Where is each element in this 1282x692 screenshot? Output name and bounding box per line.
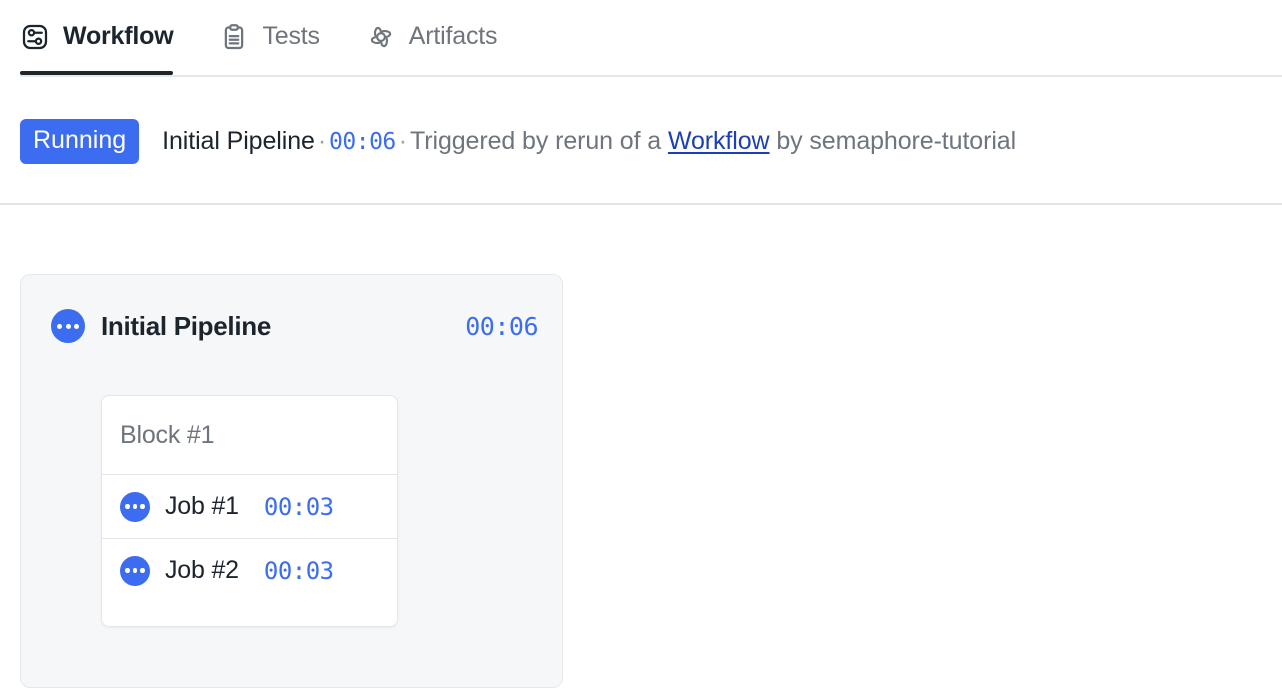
status-separator-1: ·: [317, 126, 327, 155]
status-trigger-prefix: Triggered by rerun of a: [410, 126, 668, 155]
tab-artifacts-label: Artifacts: [408, 22, 498, 50]
running-ellipsis-icon: [51, 309, 85, 343]
pipeline-name: Initial Pipeline: [101, 310, 272, 341]
job-duration: 00:03: [263, 492, 334, 521]
pipeline-header: Initial Pipeline 00:06: [51, 308, 538, 344]
block-title: Block #1: [120, 420, 215, 449]
workflow-icon: [20, 22, 50, 52]
block-card-footer: [102, 602, 397, 626]
job-name: Job #1: [165, 492, 239, 520]
job-row[interactable]: Job #1 00:03: [102, 474, 397, 538]
pipeline-duration: 00:06: [465, 311, 538, 341]
job-duration: 00:03: [263, 556, 334, 585]
status-badge: Running: [20, 118, 140, 164]
block-card[interactable]: Block #1 Job #1 00:03 Job #2 00:03: [101, 395, 398, 627]
running-ellipsis-icon: [120, 555, 150, 586]
tab-active-indicator: [20, 71, 174, 75]
status-pipeline-name: Initial Pipeline: [162, 126, 315, 155]
job-row[interactable]: Job #2 00:03: [102, 538, 397, 602]
tab-tests-label: Tests: [262, 22, 320, 50]
clipboard-icon: [219, 22, 249, 52]
artifacts-icon: [366, 22, 396, 52]
pipeline-card[interactable]: Initial Pipeline 00:06 Block #1 Job #1 0…: [20, 274, 563, 688]
running-ellipsis-icon: [120, 491, 150, 522]
tab-bar: Workflow Tests Artifacts: [0, 0, 1282, 77]
tab-workflow-label: Workflow: [63, 22, 174, 50]
status-separator-2: ·: [398, 126, 408, 155]
pipeline-status-bar: Running Initial Pipeline · 00:06 · Triggered…: [0, 77, 1282, 205]
status-summary: Initial Pipeline · 00:06 · Triggered by reru…: [162, 126, 1017, 155]
status-duration: 00:06: [329, 128, 396, 155]
trigger-workflow-link[interactable]: Workflow: [668, 127, 770, 155]
tab-artifacts[interactable]: Artifacts: [366, 0, 522, 75]
tab-tests[interactable]: Tests: [219, 0, 343, 75]
job-name: Job #2: [165, 556, 239, 584]
workflow-canvas: Initial Pipeline 00:06 Block #1 Job #1 0…: [0, 205, 1282, 688]
status-trigger-suffix: by semaphore-tutorial: [769, 126, 1017, 155]
tab-workflow[interactable]: Workflow: [20, 0, 197, 75]
